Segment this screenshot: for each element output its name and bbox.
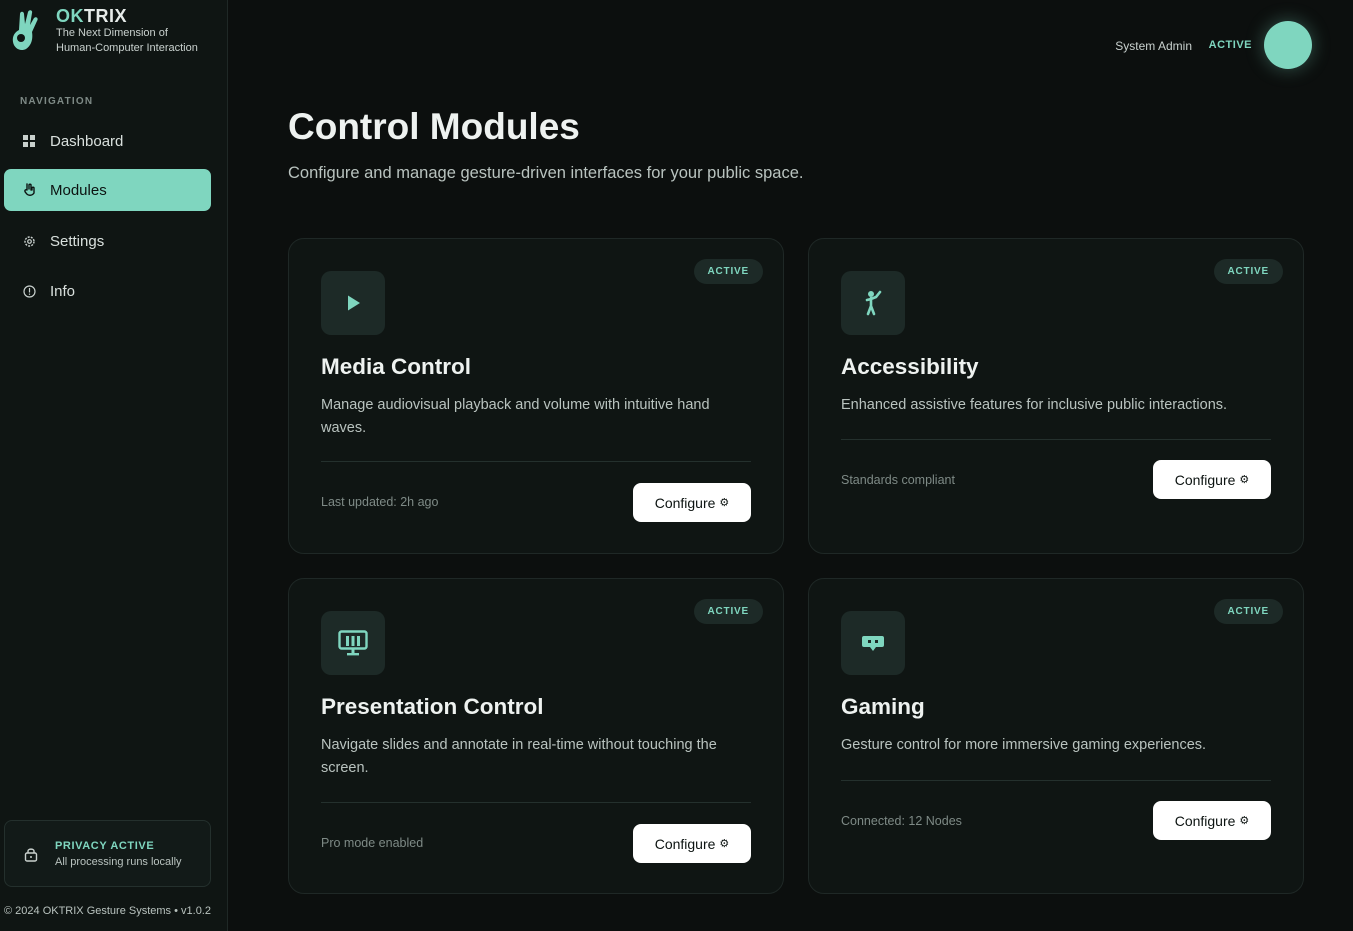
- nav-heading: NAVIGATION: [20, 96, 94, 107]
- module-description: Enhanced assistive features for inclusiv…: [841, 397, 1228, 413]
- brand-name: OKTRIX: [56, 6, 198, 26]
- module-title: Media Control: [321, 354, 471, 379]
- status-badge: ACTIVE: [1213, 259, 1283, 284]
- sidebar-item-dashboard[interactable]: Dashboard: [4, 120, 211, 162]
- privacy-subtitle: All processing runs locally: [55, 855, 182, 868]
- module-icon-box: [841, 271, 905, 335]
- module-meta: Last updated: 2h ago: [321, 495, 439, 509]
- sidebar-item-label: Dashboard: [50, 132, 124, 150]
- configure-button-label: Configure: [1174, 471, 1236, 488]
- configure-button-label: Configure: [1174, 812, 1236, 829]
- module-icon-box: [321, 271, 385, 335]
- sidebar-item-info[interactable]: Info: [4, 270, 211, 312]
- sidebar: OKTRIX The Next Dimension of Human-Compu…: [0, 0, 228, 931]
- grid-icon: [22, 134, 36, 148]
- configure-button[interactable]: Configure ⚙: [633, 824, 751, 863]
- card-divider: [321, 802, 751, 803]
- gear-icon: ⚙: [719, 497, 730, 509]
- gear-icon: ⚙: [1239, 474, 1250, 486]
- module-description: Gesture control for more immersive gamin…: [841, 737, 1207, 753]
- module-icon-box: [321, 611, 385, 675]
- gear-icon: [22, 234, 36, 248]
- module-title: Presentation Control: [321, 694, 544, 719]
- configure-button-label: Configure: [654, 494, 716, 511]
- module-card-media-control: ACTIVE Media Control Manage audiovisual …: [288, 238, 784, 554]
- info-icon: [22, 284, 36, 298]
- brand-name-rest: TRIX: [84, 6, 128, 26]
- module-icon-box: [841, 611, 905, 675]
- page-subtitle: Configure and manage gesture-driven inte…: [288, 164, 804, 182]
- module-meta: Standards compliant: [841, 473, 955, 487]
- user-name: System Admin: [1115, 39, 1192, 53]
- sidebar-item-settings[interactable]: Settings: [4, 220, 211, 262]
- module-title: Gaming: [841, 694, 925, 719]
- sidebar-item-label: Settings: [50, 232, 105, 250]
- module-card-accessibility: ACTIVE Accessibility Enhanced assistive …: [808, 238, 1304, 554]
- hand-icon: [22, 183, 36, 197]
- configure-button-label: Configure: [654, 835, 716, 852]
- module-meta: Pro mode enabled: [321, 836, 424, 850]
- gear-icon: ⚙: [719, 838, 730, 850]
- module-card-gaming: ACTIVE Gaming Gesture control for more i…: [808, 578, 1304, 894]
- ok-hand-logo-icon: [12, 10, 38, 51]
- play-icon: [348, 295, 360, 311]
- module-description: Navigate slides and annotate in real-tim…: [321, 737, 717, 776]
- card-divider: [841, 439, 1271, 440]
- accessibility-icon: [865, 290, 882, 316]
- configure-button[interactable]: Configure ⚙: [1153, 801, 1271, 840]
- sidebar-item-label: Modules: [50, 181, 107, 199]
- configure-button[interactable]: Configure ⚙: [633, 483, 751, 522]
- page-title: Control Modules: [288, 106, 580, 147]
- sidebar-item-modules[interactable]: Modules: [4, 169, 211, 211]
- avatar[interactable]: [1264, 21, 1312, 69]
- gamepad-icon: [862, 636, 884, 651]
- card-divider: [321, 461, 751, 462]
- status-badge: ACTIVE: [693, 259, 763, 284]
- user-status-badge: ACTIVE: [1208, 39, 1252, 51]
- module-title: Accessibility: [841, 354, 979, 379]
- brand-text: OKTRIX The Next Dimension of Human-Compu…: [56, 6, 198, 56]
- brand-tagline-2: Human-Computer Interaction: [56, 42, 198, 54]
- module-card-presentation-control: ACTIVE Presentation Control Navigate sli…: [288, 578, 784, 894]
- privacy-title: PRIVACY ACTIVE: [55, 839, 155, 852]
- configure-button[interactable]: Configure ⚙: [1153, 460, 1271, 499]
- status-badge: ACTIVE: [693, 599, 763, 624]
- module-description: Manage audiovisual playback and volume w…: [321, 397, 710, 436]
- status-badge: ACTIVE: [1213, 599, 1283, 624]
- gear-icon: ⚙: [1239, 815, 1250, 827]
- brand-name-accent: OK: [56, 6, 84, 26]
- sidebar-item-label: Info: [50, 282, 76, 300]
- footer-copyright: © 2024 OKTRIX Gesture Systems • v1.0.2: [4, 905, 211, 917]
- privacy-status-card: PRIVACY ACTIVE All processing runs local…: [4, 820, 211, 887]
- lock-icon: [24, 847, 38, 862]
- brand[interactable]: OKTRIX The Next Dimension of Human-Compu…: [10, 6, 198, 56]
- module-meta: Connected: 12 Nodes: [841, 814, 962, 828]
- privacy-text: PRIVACY ACTIVE All processing runs local…: [55, 840, 182, 868]
- brand-tagline-1: The Next Dimension of: [56, 27, 168, 39]
- presentation-icon: [338, 630, 368, 656]
- card-divider: [841, 780, 1271, 781]
